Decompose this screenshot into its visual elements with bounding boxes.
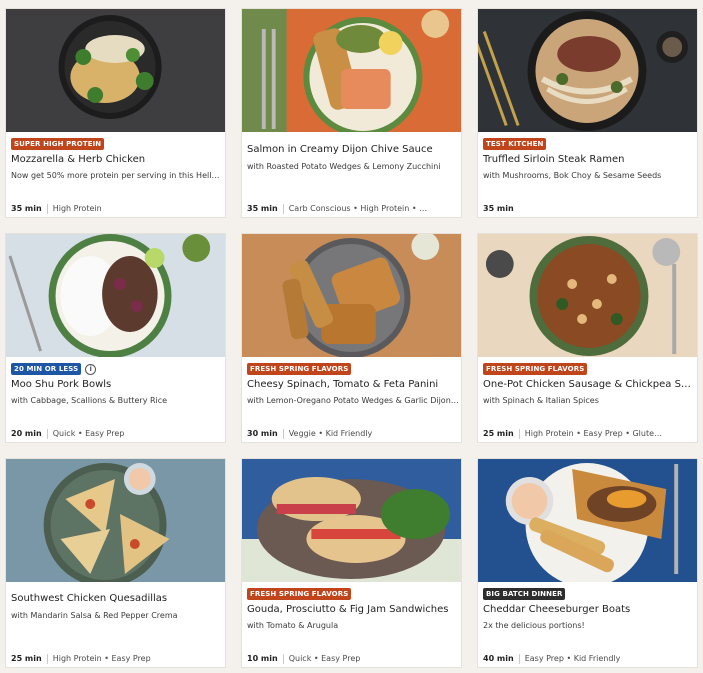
recipe-card-salmon-dijon[interactable]: Salmon in Creamy Dijon Chive Sauce with … xyxy=(241,8,462,218)
recipe-photo xyxy=(6,9,225,132)
recipe-title[interactable]: Mozzarella & Herb Chicken xyxy=(11,153,223,166)
recipe-subtitle: with Tomato & Arugula xyxy=(247,621,339,630)
recipe-title[interactable]: Gouda, Prosciutto & Fig Jam Sandwiches xyxy=(247,603,459,616)
recipe-subtitle: with Lemon-Oregano Potato Wedges & Garli… xyxy=(247,396,459,405)
recipe-subtitle: Now get 50% more protein per serving in … xyxy=(11,171,223,180)
meta-divider xyxy=(46,653,48,664)
recipe-time: 20 min xyxy=(11,429,42,438)
recipe-meta: 25 min High Protein • Easy Prep • Glute… xyxy=(483,428,695,439)
recipe-badge: BIG BATCH DINNER xyxy=(483,588,566,600)
meta-divider xyxy=(282,653,284,664)
recipe-badge: TEST KITCHEN xyxy=(483,138,547,150)
recipe-badge: FRESH SPRING FLAVORS xyxy=(247,363,352,375)
recipe-meta: 40 min Easy Prep • Kid Friendly xyxy=(483,653,695,664)
recipe-photo xyxy=(478,459,697,582)
recipe-tags: Veggie • Kid Friendly xyxy=(288,429,373,438)
recipe-card-gouda-prosciutto-sandwiches[interactable]: FRESH SPRING FLAVORS Gouda, Prosciutto &… xyxy=(241,458,462,668)
recipe-photo xyxy=(6,234,225,357)
recipe-card-southwest-quesadillas[interactable]: Southwest Chicken Quesadillas with Manda… xyxy=(5,458,226,668)
meta-divider xyxy=(282,428,284,439)
recipe-photo xyxy=(242,459,461,582)
recipe-time: 40 min xyxy=(483,654,514,663)
recipe-card-moo-shu-pork-bowls[interactable]: 20 MIN OR LESS i Moo Shu Pork Bowls with… xyxy=(5,233,226,443)
recipe-badge: 20 MIN OR LESS xyxy=(11,363,82,375)
recipe-time: 35 min xyxy=(483,204,514,213)
meta-divider xyxy=(518,653,520,664)
recipe-meta: 35 min High Protein xyxy=(11,203,223,214)
recipe-title[interactable]: Cheesy Spinach, Tomato & Feta Panini xyxy=(247,378,459,391)
recipe-photo xyxy=(6,459,225,582)
recipe-card-truffled-sirloin-ramen[interactable]: TEST KITCHEN Truffled Sirloin Steak Rame… xyxy=(477,8,698,218)
recipe-card-mozzarella-herb-chicken[interactable]: SUPER HIGH PROTEIN Mozzarella & Herb Chi… xyxy=(5,8,226,218)
recipe-card-cheddar-cheeseburger-boats[interactable]: BIG BATCH DINNER Cheddar Cheeseburger Bo… xyxy=(477,458,698,668)
recipe-meta: 20 min Quick • Easy Prep xyxy=(11,428,223,439)
recipe-title[interactable]: Southwest Chicken Quesadillas xyxy=(11,592,223,605)
recipe-time: 25 min xyxy=(11,654,42,663)
recipe-badge-row: 20 MIN OR LESS i xyxy=(11,363,97,375)
recipe-subtitle: with Cabbage, Scallions & Buttery Rice xyxy=(11,396,168,405)
recipe-photo xyxy=(478,234,697,357)
recipe-subtitle: with Spinach & Italian Spices xyxy=(483,396,599,405)
meta-divider xyxy=(46,203,48,214)
recipe-time: 35 min xyxy=(11,204,42,213)
recipe-card-chicken-sausage-chickpea[interactable]: FRESH SPRING FLAVORS One-Pot Chicken Sau… xyxy=(477,233,698,443)
recipe-subtitle: with Roasted Potato Wedges & Lemony Zucc… xyxy=(247,162,441,171)
recipe-time: 25 min xyxy=(483,429,514,438)
meta-divider xyxy=(282,203,284,214)
meta-divider xyxy=(518,428,520,439)
recipe-badge: SUPER HIGH PROTEIN xyxy=(11,138,105,150)
recipe-time: 30 min xyxy=(247,429,278,438)
recipe-card-spinach-feta-panini[interactable]: FRESH SPRING FLAVORS Cheesy Spinach, Tom… xyxy=(241,233,462,443)
meta-divider xyxy=(46,428,48,439)
recipe-tags: Carb Conscious • High Protein • … xyxy=(288,204,428,213)
recipe-grid: SUPER HIGH PROTEIN Mozzarella & Herb Chi… xyxy=(0,0,703,673)
recipe-tags: High Protein • Easy Prep • Glute… xyxy=(524,429,663,438)
recipe-badge: FRESH SPRING FLAVORS xyxy=(483,363,588,375)
recipe-meta: 10 min Quick • Easy Prep xyxy=(247,653,459,664)
recipe-title[interactable]: Salmon in Creamy Dijon Chive Sauce xyxy=(247,143,459,156)
recipe-meta: 25 min High Protein • Easy Prep xyxy=(11,653,223,664)
recipe-meta: 35 min xyxy=(483,203,695,214)
info-icon[interactable]: i xyxy=(85,363,97,375)
recipe-tags: Quick • Easy Prep xyxy=(52,429,125,438)
recipe-subtitle: with Mushrooms, Bok Choy & Sesame Seeds xyxy=(483,171,662,180)
recipe-photo xyxy=(478,9,697,132)
recipe-title[interactable]: Cheddar Cheeseburger Boats xyxy=(483,603,695,616)
recipe-tags: High Protein • Easy Prep xyxy=(52,654,151,663)
recipe-tags: High Protein xyxy=(52,204,102,213)
recipe-subtitle: 2x the delicious portions! xyxy=(483,621,585,630)
recipe-time: 10 min xyxy=(247,654,278,663)
recipe-tags: Easy Prep • Kid Friendly xyxy=(524,654,621,663)
recipe-tags: Quick • Easy Prep xyxy=(288,654,361,663)
recipe-photo xyxy=(242,9,461,132)
recipe-subtitle: with Mandarin Salsa & Red Pepper Crema xyxy=(11,611,178,620)
recipe-title[interactable]: One-Pot Chicken Sausage & Chickpea S… xyxy=(483,378,695,391)
recipe-time: 35 min xyxy=(247,204,278,213)
recipe-badge: FRESH SPRING FLAVORS xyxy=(247,588,352,600)
recipe-title[interactable]: Moo Shu Pork Bowls xyxy=(11,378,223,391)
recipe-meta: 30 min Veggie • Kid Friendly xyxy=(247,428,459,439)
recipe-meta: 35 min Carb Conscious • High Protein • … xyxy=(247,203,459,214)
recipe-title[interactable]: Truffled Sirloin Steak Ramen xyxy=(483,153,695,166)
recipe-photo xyxy=(242,234,461,357)
